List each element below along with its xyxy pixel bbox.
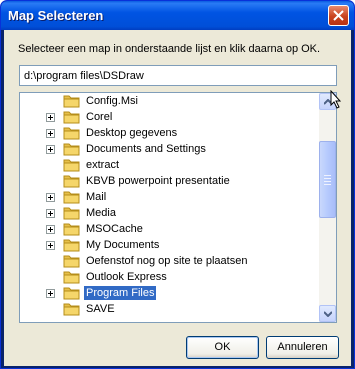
- folder-icon: [63, 159, 80, 172]
- tree-item[interactable]: Documents and Settings: [20, 141, 319, 157]
- tree-item[interactable]: extract: [20, 157, 319, 173]
- mouse-cursor-icon: [330, 90, 342, 109]
- instruction-text: Selecteer een map in onderstaande lijst …: [18, 43, 321, 55]
- tree-item-label: SAVE: [86, 303, 115, 315]
- tree-item-label: Program Files: [84, 286, 157, 300]
- tree-item-label: Config.Msi: [86, 95, 138, 107]
- tree-item-label: Documents and Settings: [86, 143, 206, 155]
- tree-item[interactable]: Oefenstof nog op site te plaatsen: [20, 253, 319, 269]
- folder-tree[interactable]: Config.Msi Corel Desktop gegevens Documents…: [19, 92, 337, 323]
- folder-icon: [63, 127, 80, 140]
- tree-item-label: My Documents: [86, 239, 160, 251]
- tree-item[interactable]: Media: [20, 205, 319, 221]
- folder-icon: [63, 287, 80, 300]
- folder-icon: [63, 191, 80, 204]
- folder-tree-list: Config.Msi Corel Desktop gegevens Documents…: [20, 93, 319, 317]
- folder-icon: [63, 223, 80, 236]
- expand-toggle-icon[interactable]: [46, 113, 55, 122]
- chevron-down-icon: [324, 311, 332, 317]
- tree-item-label: KBVB powerpoint presentatie: [86, 175, 230, 187]
- tree-item[interactable]: Outlook Express: [20, 269, 319, 285]
- tree-item[interactable]: Program Files: [20, 285, 319, 301]
- tree-item[interactable]: Corel: [20, 109, 319, 125]
- dialog-window: Map Selecteren Selecteer een map in onde…: [0, 0, 355, 369]
- tree-item-label: MSOCache: [86, 223, 143, 235]
- vertical-scrollbar[interactable]: [319, 93, 336, 322]
- dialog-body: Selecteer een map in onderstaande lijst …: [4, 30, 351, 366]
- expand-toggle-icon[interactable]: [46, 225, 55, 234]
- tree-item-label: Corel: [86, 111, 113, 123]
- scroll-thumb[interactable]: [319, 141, 336, 218]
- folder-icon: [63, 207, 80, 220]
- expand-toggle-icon[interactable]: [46, 289, 55, 298]
- expand-toggle-icon[interactable]: [46, 193, 55, 202]
- folder-icon: [63, 303, 80, 316]
- folder-path-input[interactable]: [19, 65, 337, 86]
- tree-item[interactable]: Desktop gegevens: [20, 125, 319, 141]
- folder-icon: [63, 255, 80, 268]
- tree-item-label: Outlook Express: [86, 271, 167, 283]
- expand-toggle-icon[interactable]: [46, 129, 55, 138]
- folder-icon: [63, 143, 80, 156]
- tree-item[interactable]: Config.Msi: [20, 93, 319, 109]
- tree-item[interactable]: My Documents: [20, 237, 319, 253]
- close-icon: [333, 10, 344, 21]
- tree-item-label: Oefenstof nog op site te plaatsen: [86, 255, 248, 267]
- folder-icon: [63, 111, 80, 124]
- cancel-button[interactable]: Annuleren: [266, 336, 339, 359]
- ok-button[interactable]: OK: [186, 336, 259, 359]
- title-bar[interactable]: Map Selecteren: [1, 1, 354, 30]
- folder-icon: [63, 271, 80, 284]
- folder-icon: [63, 175, 80, 188]
- tree-item[interactable]: SAVE: [20, 301, 319, 317]
- tree-item-label: Mail: [86, 191, 107, 203]
- folder-icon: [63, 239, 80, 252]
- tree-item-label: extract: [86, 159, 120, 171]
- tree-item-label: Desktop gegevens: [86, 127, 178, 139]
- scroll-down-button[interactable]: [319, 305, 336, 322]
- tree-item[interactable]: KBVB powerpoint presentatie: [20, 173, 319, 189]
- close-button[interactable]: [328, 5, 349, 26]
- tree-item[interactable]: Mail: [20, 189, 319, 205]
- expand-toggle-icon[interactable]: [46, 209, 55, 218]
- window-title: Map Selecteren: [8, 8, 104, 23]
- tree-item-label: Media: [86, 207, 116, 219]
- tree-item[interactable]: MSOCache: [20, 221, 319, 237]
- expand-toggle-icon[interactable]: [46, 145, 55, 154]
- folder-icon: [63, 95, 80, 108]
- expand-toggle-icon[interactable]: [46, 241, 55, 250]
